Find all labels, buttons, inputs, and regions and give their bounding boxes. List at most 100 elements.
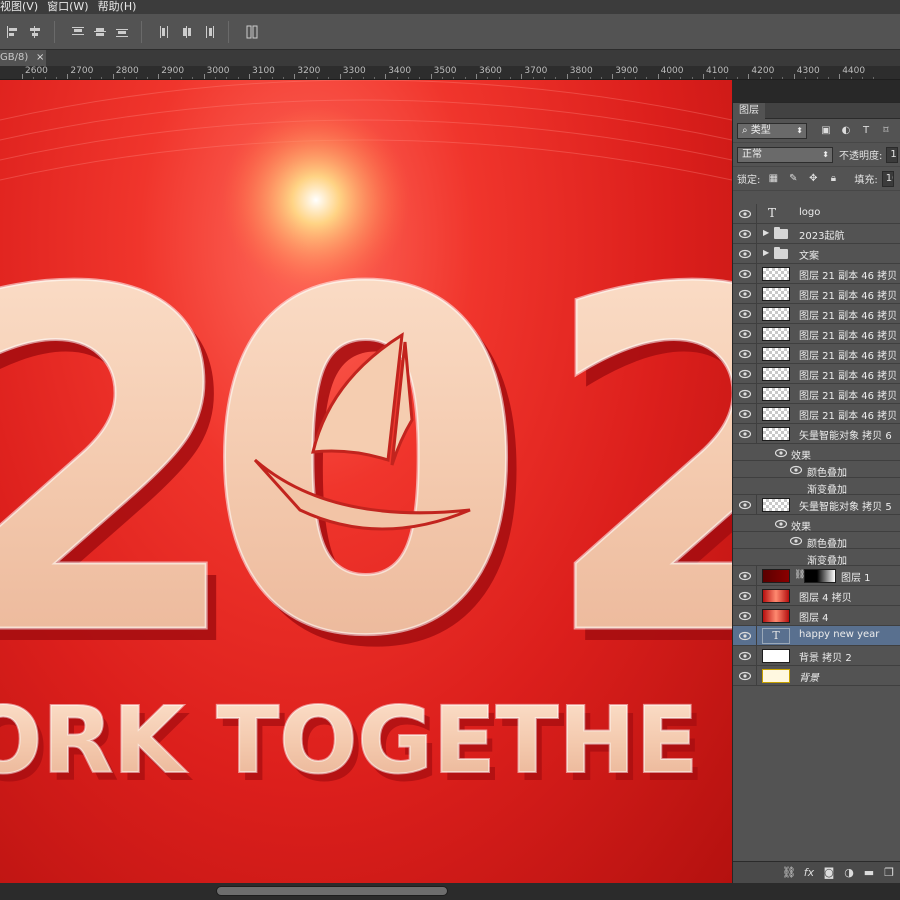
visibility-eye-icon[interactable] — [738, 209, 752, 219]
layer-row[interactable]: 图层 21 副本 46 拷贝 — [733, 264, 900, 284]
scrollbar-thumb[interactable] — [216, 886, 448, 896]
layer-thumbnail — [762, 427, 790, 441]
layer-name: 矢量智能对象 拷贝 6 — [799, 431, 892, 442]
visibility-eye-icon[interactable] — [738, 671, 752, 681]
distribute-hcenter-icon[interactable] — [178, 23, 196, 41]
layer-row[interactable]: Thappy new year — [733, 626, 900, 646]
layer-row[interactable]: 背景 拷贝 2 — [733, 646, 900, 666]
new-layer-icon[interactable]: ❐ — [879, 866, 899, 879]
layer-effect-row[interactable]: 效果 — [733, 444, 900, 462]
visibility-eye-icon[interactable] — [738, 500, 752, 510]
link-icon[interactable]: ⛓ — [779, 866, 799, 879]
expand-triangle-icon[interactable]: ▶ — [763, 248, 769, 257]
visibility-eye-icon[interactable] — [774, 519, 788, 529]
visibility-eye-icon[interactable] — [738, 429, 752, 439]
layer-thumbnail — [762, 287, 790, 301]
layer-name: 背景 拷贝 2 — [799, 653, 852, 664]
ruler-minor-tick — [827, 77, 829, 79]
layer-row[interactable]: 图层 21 副本 46 拷贝 — [733, 324, 900, 344]
layer-row[interactable]: Tlogo — [733, 204, 900, 224]
visibility-eye-icon[interactable] — [738, 309, 752, 319]
menu-window[interactable]: 窗口(W) — [47, 0, 97, 14]
image-filter-icon[interactable]: ▣ — [819, 124, 833, 138]
layer-effect-row[interactable]: 渐变叠加 — [733, 549, 900, 567]
panel-tab-layers[interactable]: 图层 — [733, 103, 765, 119]
layer-effect-row[interactable]: 颜色叠加 — [733, 532, 900, 550]
shape-filter-icon[interactable]: ⌑ — [879, 124, 893, 138]
horizontal-ruler[interactable]: 2600 2700 2800 2900 3000 3100 3200 3300 3400 3500… — [0, 66, 900, 80]
opacity-input[interactable]: 10 — [886, 146, 899, 163]
layer-row[interactable]: 图层 21 副本 46 拷贝 — [733, 304, 900, 324]
visibility-eye-icon[interactable] — [738, 249, 752, 259]
visibility-eye-icon[interactable] — [789, 465, 803, 475]
lock-pixels-icon[interactable]: ✎ — [786, 172, 800, 186]
mask-icon[interactable]: ◙ — [819, 866, 839, 879]
visibility-eye-icon[interactable] — [789, 536, 803, 546]
layer-mask-thumbnail[interactable] — [804, 569, 836, 583]
distribute-left-icon[interactable] — [156, 23, 174, 41]
options-bar — [0, 14, 900, 50]
lock-all-icon[interactable]: 🔒︎ — [826, 172, 840, 186]
visibility-eye-icon[interactable] — [738, 289, 752, 299]
layer-row[interactable]: 图层 21 副本 46 拷贝 — [733, 344, 900, 364]
layer-row[interactable]: 背景 — [733, 666, 900, 686]
lock-position-icon[interactable]: ✥ — [806, 172, 820, 186]
distribute-right-icon[interactable] — [200, 23, 218, 41]
layer-row[interactable]: 图层 21 副本 46 拷贝 — [733, 384, 900, 404]
visibility-eye-icon[interactable] — [738, 329, 752, 339]
visibility-eye-icon[interactable] — [738, 611, 752, 621]
layer-effect-row[interactable]: 效果 — [733, 515, 900, 533]
expand-triangle-icon[interactable]: ▶ — [763, 228, 769, 237]
menu-view[interactable]: 视图(V) — [0, 0, 47, 14]
visibility-eye-icon[interactable] — [738, 229, 752, 239]
visibility-eye-icon[interactable] — [738, 409, 752, 419]
align-center-icon[interactable] — [26, 23, 44, 41]
layer-name: 图层 4 拷贝 — [799, 593, 852, 604]
visibility-eye-icon[interactable] — [738, 571, 752, 581]
ruler-major-tick — [793, 74, 795, 79]
fx-icon[interactable]: fx — [799, 866, 819, 879]
distribute-top-icon[interactable] — [69, 23, 87, 41]
canvas[interactable]: 2 0 2 2 0 2 ORK TOGETHE ORK TOGETHE — [0, 80, 732, 883]
distribute-middle-icon[interactable] — [91, 23, 109, 41]
adjustment-icon[interactable]: ◑ — [839, 866, 859, 879]
layer-row[interactable]: 矢量智能对象 拷贝 5 — [733, 495, 900, 515]
fill-label: 填充: — [854, 175, 878, 186]
filter-type-select[interactable]: ⌕ 类型 ⬍ — [737, 122, 807, 139]
layer-effect-row[interactable]: 渐变叠加 — [733, 478, 900, 496]
lock-transparency-icon[interactable]: ▦ — [766, 172, 780, 186]
layer-row[interactable]: 图层 4 — [733, 606, 900, 626]
visibility-eye-icon[interactable] — [738, 631, 752, 641]
layer-row[interactable]: 图层 21 副本 46 拷贝 — [733, 364, 900, 384]
layer-row[interactable]: 图层 21 副本 46 拷贝 — [733, 284, 900, 304]
distribute-bottom-icon[interactable] — [113, 23, 131, 41]
document-tab[interactable]: GB/8) × — [0, 50, 46, 66]
text-filter-icon[interactable]: T — [859, 124, 873, 138]
layer-effect-row[interactable]: 颜色叠加 — [733, 461, 900, 479]
layer-row[interactable]: 图层 21 副本 46 拷贝 — [733, 404, 900, 424]
visibility-eye-icon[interactable] — [738, 591, 752, 601]
folder-icon[interactable]: ▬ — [859, 866, 879, 879]
visibility-eye-icon[interactable] — [738, 269, 752, 279]
layers-list: Tlogo ▶ 2023起航 ▶ 文案 图层 21 副本 46 拷贝 图层 21 副本 46… — [733, 204, 900, 686]
row-divider — [756, 244, 757, 263]
fill-input[interactable]: 10 — [881, 170, 894, 187]
auto-align-icon[interactable] — [243, 23, 261, 41]
adjustment-filter-icon[interactable]: ◐ — [839, 124, 853, 138]
horizontal-scrollbar[interactable] — [0, 883, 900, 900]
menu-help[interactable]: 帮助(H) — [98, 0, 146, 14]
visibility-eye-icon[interactable] — [774, 448, 788, 458]
text-layer-icon: T — [762, 628, 790, 644]
visibility-eye-icon[interactable] — [738, 349, 752, 359]
visibility-eye-icon[interactable] — [738, 389, 752, 399]
align-left-icon[interactable] — [4, 23, 22, 41]
layer-row[interactable]: ▶ 文案 — [733, 244, 900, 264]
close-icon[interactable]: × — [36, 50, 44, 66]
layer-row[interactable]: 图层 4 拷贝 — [733, 586, 900, 606]
visibility-eye-icon[interactable] — [738, 369, 752, 379]
blend-mode-select[interactable]: 正常 ⬍ — [737, 146, 833, 163]
layer-row[interactable]: ⛓ 图层 1 — [733, 566, 900, 586]
visibility-eye-icon[interactable] — [738, 651, 752, 661]
layer-row[interactable]: ▶ 2023起航 — [733, 224, 900, 244]
layer-row[interactable]: 矢量智能对象 拷贝 6 — [733, 424, 900, 444]
